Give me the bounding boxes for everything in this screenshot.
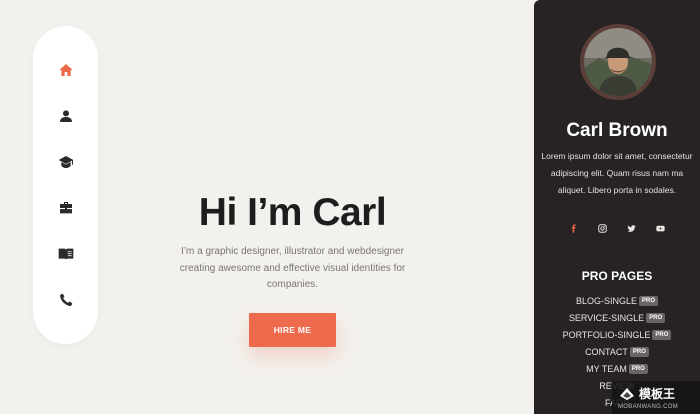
nav-home[interactable] <box>55 59 77 81</box>
avatar <box>580 24 656 100</box>
pro-page-label: PORTFOLIO-SINGLE <box>562 329 651 340</box>
pro-page-contact[interactable]: CONTACT PRO <box>534 343 700 360</box>
phone-icon <box>59 293 72 306</box>
pro-pages-title: PRO PAGES <box>581 269 653 283</box>
nav-education[interactable] <box>55 151 77 173</box>
pro-page-label: SERVICE-SINGLE <box>568 312 645 323</box>
hire-me-button[interactable]: HIRE ME <box>249 313 336 347</box>
instagram-link[interactable] <box>597 223 608 234</box>
facebook-link[interactable] <box>568 223 579 234</box>
twitter-icon <box>627 225 636 232</box>
watermark-logo-icon <box>620 388 634 400</box>
hero-description: I’m a graphic designer, illustrator and … <box>179 246 406 290</box>
side-navigation <box>33 26 98 344</box>
pro-badge: PRO <box>652 329 672 340</box>
pro-badge: PRO <box>628 363 648 374</box>
pro-page-portfolio-single[interactable]: PORTFOLIO-SINGLE PRO <box>534 326 700 343</box>
briefcase-icon <box>59 202 72 214</box>
watermark: 模板王 MOBANWANG.COM <box>612 381 700 414</box>
profile-name: Carl Brown <box>566 120 668 141</box>
social-links <box>534 223 700 234</box>
instagram-icon <box>598 224 607 233</box>
watermark-text-cn: 模板王 <box>639 387 676 401</box>
pro-badge: PRO <box>646 312 666 323</box>
user-icon <box>59 110 72 122</box>
pro-badge: PRO <box>629 346 649 357</box>
avatar-photo <box>584 28 652 96</box>
nav-about[interactable] <box>55 105 77 127</box>
nav-blog[interactable] <box>55 243 77 265</box>
home-icon <box>58 64 73 76</box>
watermark-text-en: MOBANWANG.COM <box>618 404 679 410</box>
pro-page-label: MY TEAM <box>586 363 627 374</box>
pro-page-service-single[interactable]: SERVICE-SINGLE PRO <box>534 309 700 326</box>
hero-title: Hi I’m Carl <box>198 191 387 234</box>
pro-page-my-team[interactable]: MY TEAM PRO <box>534 360 700 377</box>
book-icon <box>58 248 73 260</box>
graduation-cap-icon <box>58 156 73 168</box>
youtube-link[interactable] <box>655 223 666 234</box>
pro-page-blog-single[interactable]: BLOG-SINGLE PRO <box>534 292 700 309</box>
facebook-icon <box>571 224 576 233</box>
nav-experience[interactable] <box>55 197 77 219</box>
hero-section: Hi I’m Carl I’m a graphic designer, illu… <box>150 190 435 294</box>
pro-badge: PRO <box>639 295 659 306</box>
nav-contact[interactable] <box>55 289 77 311</box>
pro-page-label: BLOG-SINGLE <box>575 295 637 306</box>
pro-page-label: CONTACT <box>585 346 628 357</box>
profile-bio: Lorem ipsum dolor sit amet, consectetur … <box>541 151 693 195</box>
twitter-link[interactable] <box>626 223 637 234</box>
youtube-icon <box>656 225 665 232</box>
